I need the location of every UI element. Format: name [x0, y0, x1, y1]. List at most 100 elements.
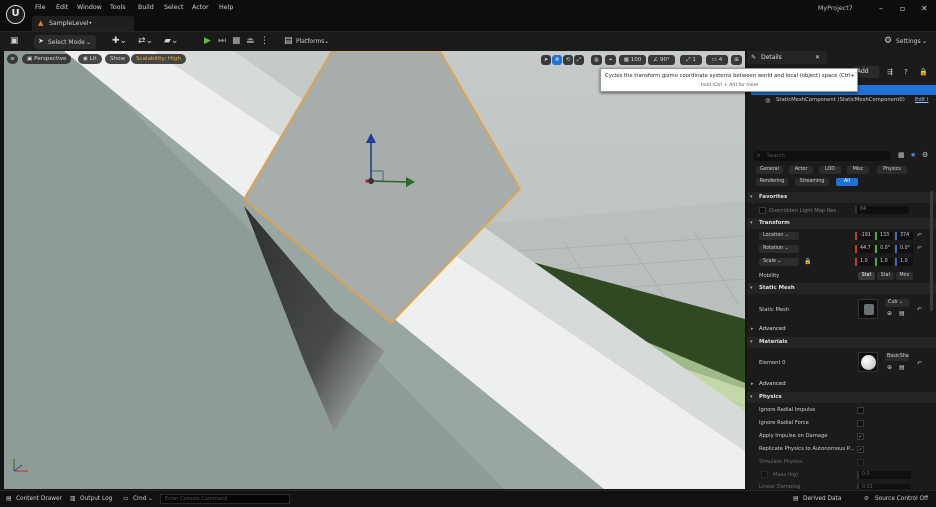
translate-tool-icon[interactable]: ✥	[552, 55, 562, 65]
scene-render[interactable]	[4, 51, 745, 489]
cmd-dropdown[interactable]: Cmd	[133, 496, 146, 502]
reset-rotation-icon[interactable]: ↶	[917, 245, 922, 252]
menu-actor[interactable]: Actor	[192, 4, 209, 11]
filter-general[interactable]: General	[756, 166, 783, 174]
location-y[interactable]: 133	[875, 232, 893, 240]
override-lightmap-checkbox[interactable]	[759, 207, 766, 214]
menu-window[interactable]: Window	[77, 4, 102, 11]
derived-data-button[interactable]: Derived Data	[803, 496, 841, 502]
menu-file[interactable]: File	[35, 4, 46, 11]
ignore-radial-impulse-checkbox[interactable]	[857, 407, 864, 414]
location-dropdown[interactable]: Location ⌄	[759, 232, 799, 240]
ignore-radial-force-checkbox[interactable]	[857, 420, 864, 427]
reset-location-icon[interactable]: ↶	[917, 232, 922, 239]
find-in-browser-icon[interactable]: ▤	[899, 310, 905, 317]
blueprint-icon[interactable]: ⇄⌄	[138, 36, 153, 46]
level-viewport[interactable]: ≡ ▣ Perspective ◉ Lit Show Scalability: …	[4, 51, 745, 489]
section-advanced-materials[interactable]: Advanced	[747, 379, 936, 390]
section-static-mesh[interactable]: Static Mesh	[747, 283, 936, 294]
scale-y[interactable]: 1.0	[875, 258, 893, 266]
filter-physics[interactable]: Physics	[877, 166, 907, 174]
search-input[interactable]: ⌕ Search	[753, 151, 891, 161]
filter-lod[interactable]: LOD	[819, 166, 841, 174]
section-transform[interactable]: Transform	[747, 218, 936, 229]
find-material-icon[interactable]: ▤	[899, 364, 905, 371]
stop-icon[interactable]: ■	[232, 36, 241, 46]
location-z[interactable]: 374	[895, 232, 913, 240]
platforms-button[interactable]: Platforms	[296, 38, 324, 45]
world-local-toggle-icon[interactable]: ◍	[591, 55, 602, 65]
rotation-snap-button[interactable]: ∠ 90°	[648, 55, 675, 65]
mobility-static[interactable]: Stat	[858, 272, 875, 280]
minimize-icon[interactable]: –	[879, 4, 883, 13]
menu-build[interactable]: Build	[138, 4, 154, 11]
lock-icon[interactable]: 🔒	[919, 68, 928, 76]
settings-button[interactable]: Settings	[896, 38, 921, 45]
surface-snap-icon[interactable]: ⌖	[605, 55, 616, 65]
filter-misc[interactable]: Misc	[847, 166, 869, 174]
mobility-stationary[interactable]: Stat	[877, 272, 894, 280]
level-tab[interactable]: ▲ SampleLevel•	[32, 16, 134, 31]
add-content-icon[interactable]: ✚⌄	[112, 36, 127, 46]
filter-streaming[interactable]: Streaming	[795, 178, 829, 186]
lit-button[interactable]: ◉ Lit	[78, 54, 102, 64]
platforms-icon[interactable]: ▤	[284, 36, 293, 46]
close-icon[interactable]: ✕	[921, 4, 928, 13]
replicate-physics-checkbox[interactable]: ✓	[857, 446, 864, 453]
edit-component-link[interactable]: Edit i	[915, 97, 928, 103]
material-thumbnail[interactable]	[858, 352, 878, 372]
scale-x[interactable]: 1.0	[855, 258, 873, 266]
section-advanced[interactable]: Advanced	[747, 324, 936, 335]
scale-snap-button[interactable]: ⤢ 1	[680, 55, 702, 65]
browse-asset-icon[interactable]: ⊕	[887, 310, 892, 317]
rotate-tool-icon[interactable]: ⟲	[563, 55, 573, 65]
menu-tools[interactable]: Tools	[110, 4, 126, 11]
filter-rendering[interactable]: Rendering	[756, 178, 788, 186]
static-mesh-dropdown[interactable]: Cub ⌄	[885, 299, 909, 307]
console-command-input[interactable]: Enter Console Command	[160, 494, 290, 504]
grid-snap-button[interactable]: ▦ 100	[619, 55, 646, 65]
rotation-x[interactable]: 44.7	[855, 245, 873, 253]
material-dropdown[interactable]: BasicSha	[885, 353, 909, 361]
section-physics[interactable]: Physics	[747, 392, 936, 403]
select-mode-dropdown[interactable]: ➤ Select Mode ⌄	[34, 35, 96, 49]
browse-material-icon[interactable]: ⊕	[887, 364, 892, 371]
rotation-dropdown[interactable]: Rotation ⌄	[759, 245, 799, 253]
menu-select[interactable]: Select	[164, 4, 183, 11]
apply-impulse-checkbox[interactable]: ✓	[857, 433, 864, 440]
unreal-logo-icon[interactable]: U	[6, 5, 25, 24]
viewport-menu-icon[interactable]: ≡	[7, 54, 18, 64]
close-tab-icon[interactable]: ✕	[815, 54, 820, 61]
menu-edit[interactable]: Edit	[56, 4, 68, 11]
maximize-icon[interactable]: ▫	[900, 4, 905, 13]
eject-icon[interactable]: ⏏	[246, 36, 255, 46]
more-options-icon[interactable]: ⋮	[260, 36, 269, 46]
gear-icon[interactable]: ⚙	[884, 36, 892, 46]
override-lightmap-value[interactable]: 64	[855, 206, 909, 214]
settings-gear-icon[interactable]: ⚙	[922, 151, 928, 159]
static-mesh-thumbnail[interactable]	[858, 299, 878, 319]
step-icon[interactable]: ⏭	[218, 36, 226, 46]
filter-all[interactable]: All	[836, 178, 858, 186]
scale-lock-icon[interactable]: 🔒	[804, 258, 811, 265]
scale-tool-icon[interactable]: ⤢	[574, 55, 584, 65]
favorite-star-icon[interactable]: ★	[910, 151, 916, 159]
perspective-button[interactable]: ▣ Perspective	[22, 54, 72, 64]
filter-actor[interactable]: Actor	[789, 166, 813, 174]
mobility-movable[interactable]: Mov	[896, 272, 913, 280]
show-button[interactable]: Show	[105, 54, 131, 64]
help-icon[interactable]: ?	[904, 68, 908, 76]
simulate-physics-checkbox[interactable]	[857, 459, 864, 466]
component-row[interactable]: ◍ StaticMeshComponent (StaticMeshCompone…	[751, 95, 936, 107]
play-icon[interactable]: ▶	[204, 36, 211, 46]
location-x[interactable]: -191	[855, 232, 873, 240]
source-control-button[interactable]: Source Control Off	[875, 496, 928, 502]
reset-material-icon[interactable]: ↶	[917, 360, 922, 367]
rotation-z[interactable]: 0.0°	[895, 245, 913, 253]
camera-speed-button[interactable]: ▭ 4	[706, 55, 728, 65]
mass-value[interactable]: 0.0	[857, 471, 911, 479]
section-favorites[interactable]: Favorites	[747, 192, 936, 203]
mass-checkbox[interactable]	[761, 471, 768, 478]
scalability-warning[interactable]: Scalability: High	[131, 54, 186, 64]
property-matrix-icon[interactable]: ▦	[898, 151, 905, 159]
